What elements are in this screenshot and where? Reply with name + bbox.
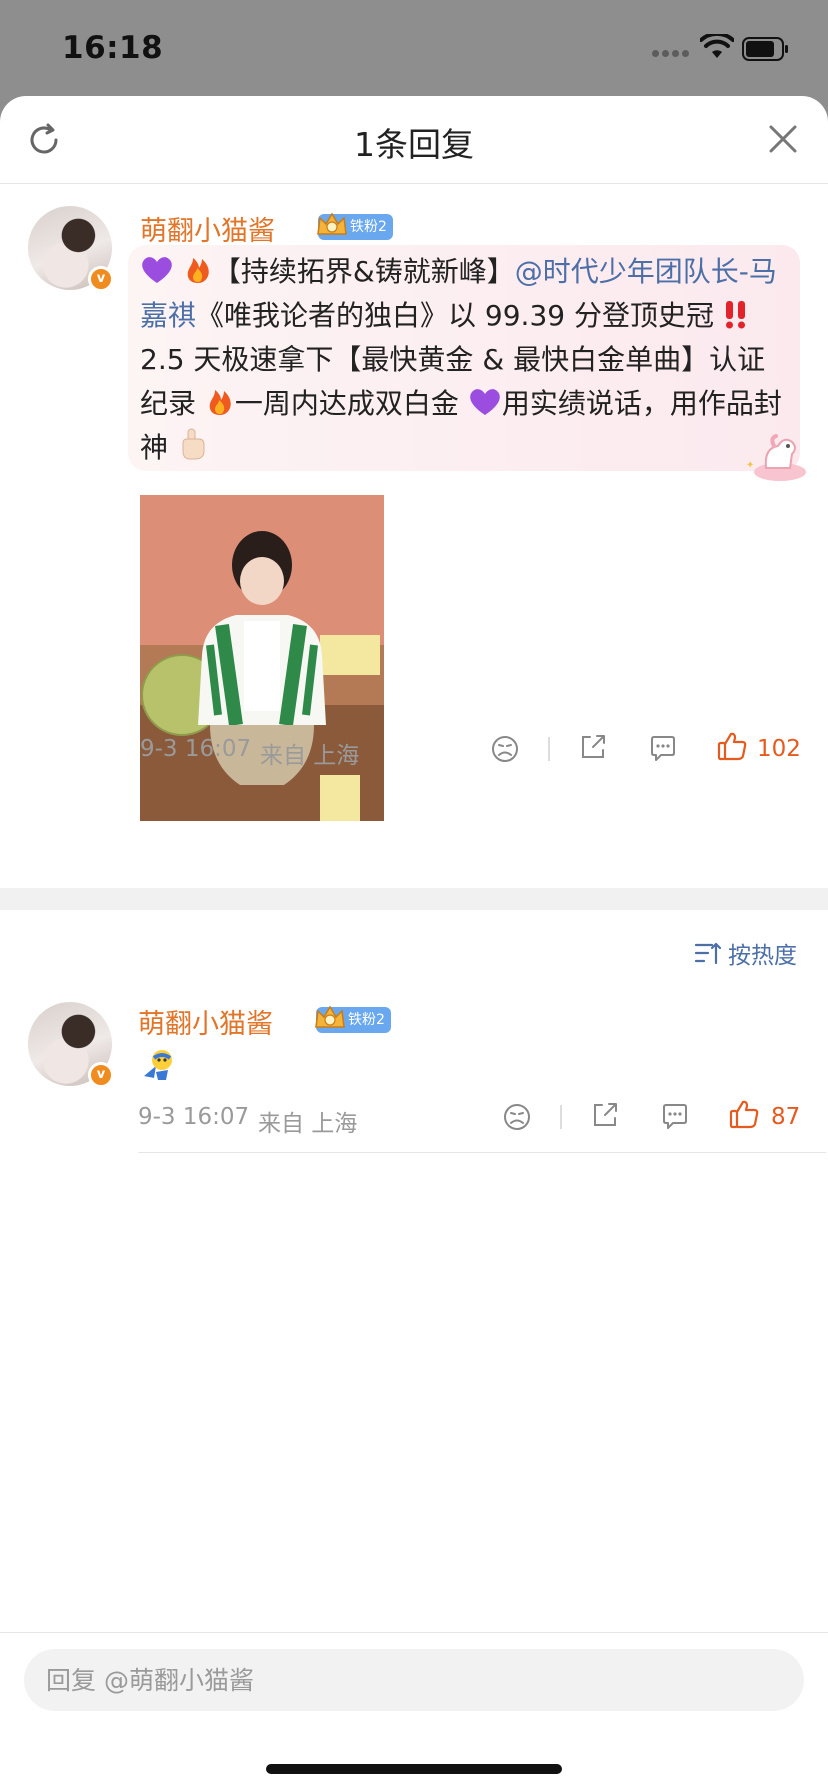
battery-icon (742, 37, 788, 61)
username[interactable]: 萌翻小猫酱 (138, 1002, 273, 1041)
replies-sheet: 1条回复 v 萌翻小猫酱 铁粉2 ✦ 【持续拓界&铸就新峰】@时代少年团队长-马… (0, 96, 828, 1792)
reply-time: 9-3 16:07 (138, 1104, 250, 1130)
pointing-up-icon (182, 428, 205, 460)
comment-source: 来自 上海 (260, 743, 360, 769)
crown-icon (317, 212, 347, 235)
share-icon[interactable] (578, 732, 608, 762)
status-bar: 16:18 (0, 0, 828, 96)
fan-badge-label: 铁粉2 (350, 219, 387, 235)
fire-icon (187, 258, 209, 283)
dislike-face-icon[interactable] (502, 1102, 532, 1132)
fan-badge-label: 铁粉2 (348, 1012, 385, 1028)
comment-icon[interactable] (660, 1101, 690, 1131)
dislike-face-icon[interactable] (490, 734, 520, 764)
home-indicator (266, 1764, 562, 1774)
comment-text-part2: 《唯我论者的独白》以 99.39 分登顶史冠 (196, 299, 714, 332)
like-thumb-icon[interactable] (716, 730, 748, 762)
sort-icon (694, 942, 722, 965)
like-thumb-icon[interactable] (728, 1098, 760, 1130)
like-count: 87 (771, 1104, 801, 1130)
share-icon[interactable] (590, 1100, 620, 1130)
like-count: 102 (757, 736, 801, 762)
sheet-title: 1条回复 (354, 125, 474, 164)
comment-text-part4: 一周内达成双白金 (234, 387, 459, 420)
divider (560, 1105, 562, 1129)
status-time: 16:18 (62, 30, 164, 66)
avatar[interactable]: v (28, 1002, 114, 1088)
close-icon[interactable] (766, 122, 800, 156)
verified-badge-icon: v (88, 266, 114, 292)
verified-badge-icon: v (88, 1062, 114, 1088)
post-photo[interactable] (140, 495, 384, 821)
comment-text: 【持续拓界&铸就新峰】@时代少年团队长-马嘉祺《唯我论者的独白》以 99.39 … (140, 250, 790, 470)
purple-heart-icon (142, 257, 172, 283)
reply-separator (138, 1152, 826, 1153)
purple-heart-icon (470, 389, 500, 415)
username[interactable]: 萌翻小猫酱 (140, 209, 275, 248)
comment-text-part1: 【持续拓界&铸就新峰】 (212, 255, 515, 288)
avatar[interactable]: v (28, 206, 114, 292)
wifi-icon (700, 34, 734, 58)
section-divider (0, 888, 828, 910)
photo-illustration (140, 495, 384, 821)
divider (548, 737, 550, 761)
fan-badge: 铁粉2 (315, 1005, 391, 1033)
comment-icon[interactable] (648, 733, 678, 763)
comment-time: 9-3 16:07 (140, 736, 252, 762)
reply-source: 来自 上海 (258, 1111, 358, 1137)
reply-input[interactable] (24, 1649, 804, 1711)
superhero-emoji-icon (144, 1050, 172, 1080)
crown-icon (315, 1005, 345, 1028)
sheet-header: 1条回复 (0, 96, 828, 184)
fan-badge: 铁粉2 (317, 212, 393, 240)
double-exclamation-icon (725, 301, 745, 329)
fire-icon (209, 390, 231, 415)
cellular-signal-icon (652, 48, 692, 58)
sort-label: 按热度 (728, 943, 797, 969)
